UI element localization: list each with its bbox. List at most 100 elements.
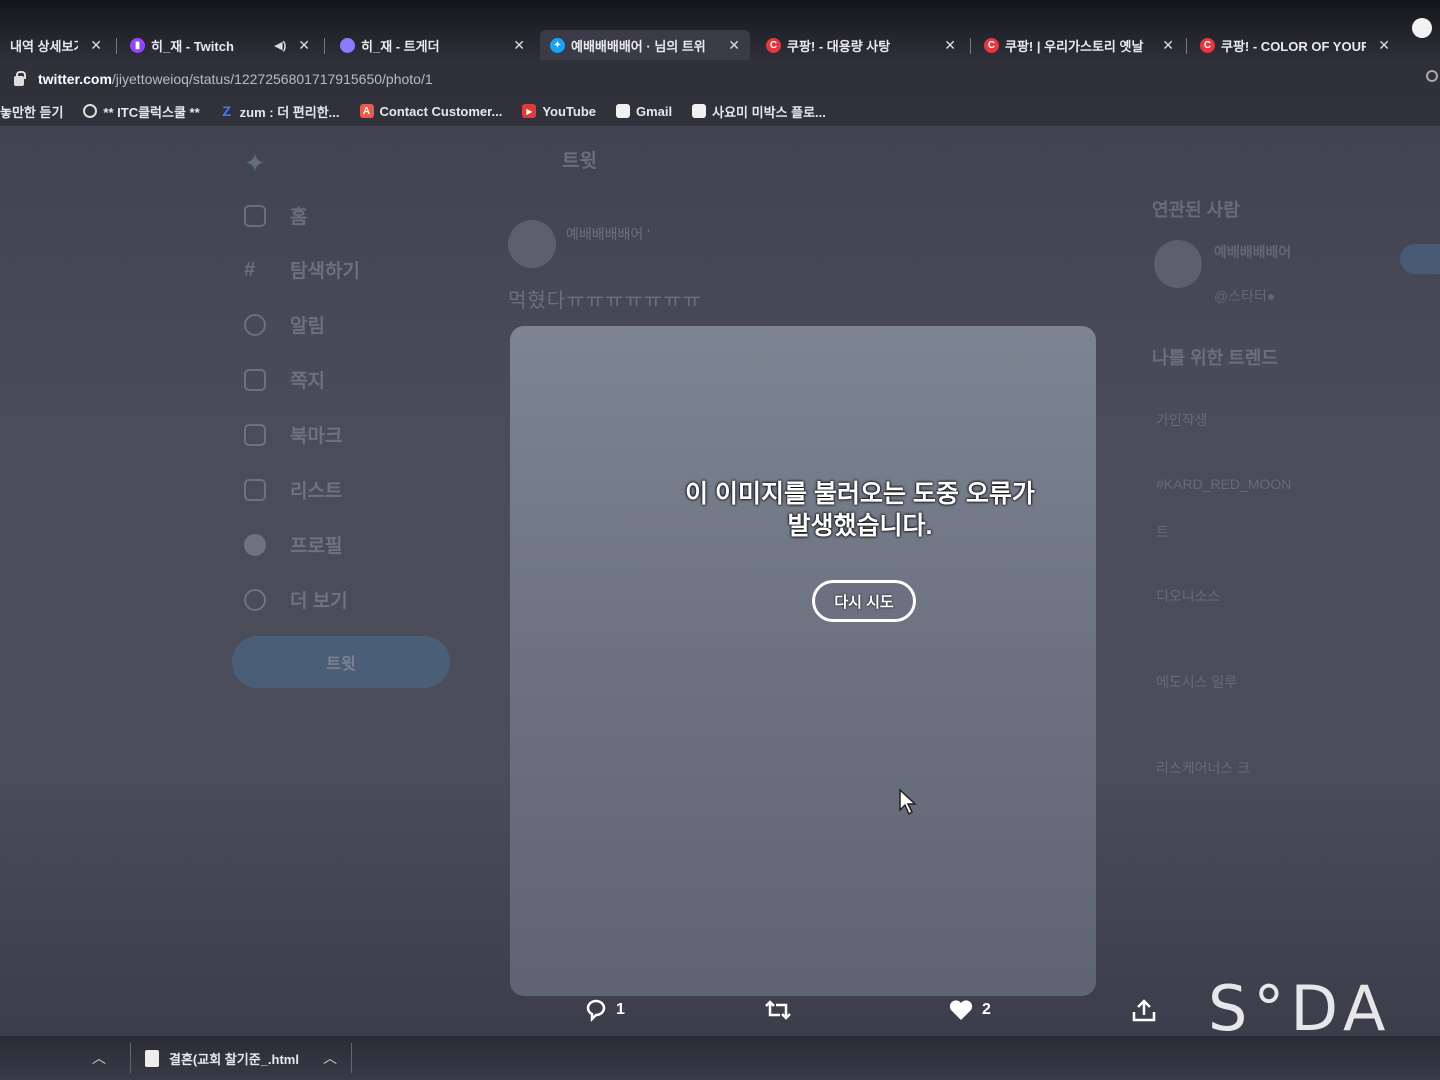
follow-button[interactable] xyxy=(1400,244,1440,274)
tab-title: 쿠팡! - 대용량 사탕 xyxy=(787,38,891,54)
twitch-icon: ▮ xyxy=(130,37,145,53)
mail-icon xyxy=(244,368,266,391)
close-icon[interactable]: ✕ xyxy=(1378,37,1390,54)
tab-strip: 내역 상세보기 | ✕ ▮ 히_재 - Twitch ◀) ✕ 히_재 - 트게… xyxy=(0,0,1440,62)
nav-notifications[interactable]: 알림 xyxy=(244,311,325,338)
tab-separator xyxy=(970,38,971,54)
image-load-error-message: 이 이미지를 불러오는 도중 오류가 발생했습니다. xyxy=(560,478,1160,542)
error-line-2: 발생했습니다. xyxy=(787,512,933,540)
tab-2[interactable]: 히_재 - 트게더 ✕ xyxy=(330,30,535,60)
page-icon xyxy=(692,104,707,118)
nav-label: 알림 xyxy=(290,316,325,337)
nav-lists[interactable]: 리스트 xyxy=(244,476,342,503)
tab-separator xyxy=(116,38,117,54)
gmail-icon xyxy=(616,104,630,118)
tab-3[interactable]: ✦ 예배배배배어 · 님의 트위 ✕ xyxy=(540,30,750,60)
bookmark-3[interactable]: A Contact Customer... xyxy=(359,103,503,119)
retry-button[interactable]: 다시 시도 xyxy=(812,580,916,622)
share-icon xyxy=(1132,999,1156,1022)
bookmark-icon xyxy=(244,423,266,446)
tab-separator xyxy=(324,38,325,54)
close-icon[interactable]: ✕ xyxy=(728,37,740,54)
bookmark-label: Contact Customer... xyxy=(379,103,503,119)
close-icon[interactable]: ✕ xyxy=(513,37,525,54)
nav-messages[interactable]: 쪽지 xyxy=(244,366,325,393)
twitter-logo-icon[interactable]: ✦ xyxy=(244,148,266,179)
tab-title: 쿠팡! - COLOR OF YOUR xyxy=(1221,38,1367,54)
address-bar[interactable]: twitter.com /jiyettoweioq/status/1227256… xyxy=(0,62,1440,96)
close-icon[interactable]: ✕ xyxy=(90,37,102,54)
shelf-divider xyxy=(130,1043,131,1073)
nav-explore[interactable]: # 탐색하기 xyxy=(244,256,360,283)
bookmark-label: YouTube xyxy=(542,103,596,119)
bookmark-label: zum : 더 편리한... xyxy=(239,104,340,120)
related-avatar[interactable] xyxy=(1154,240,1202,288)
trend-item[interactable]: 리스케어너스 크 xyxy=(1156,758,1250,778)
nav-label: 쪽지 xyxy=(290,371,325,392)
contact-icon: A xyxy=(359,104,374,118)
nav-home[interactable]: 홈 xyxy=(244,202,307,229)
tab-4[interactable]: C 쿠팡! - 대용량 사탕 ✕ xyxy=(756,30,966,60)
trend-item[interactable]: 에도시스 일루 xyxy=(1156,672,1237,692)
tab-0[interactable]: 내역 상세보기 | ✕ xyxy=(0,30,112,60)
url-path: /jiyettoweioq/status/1227256801717915650… xyxy=(111,71,433,87)
globe-icon xyxy=(83,104,98,118)
download-file-name: 결혼(교회 찰기준_.html xyxy=(169,1051,299,1067)
bookmark-5[interactable]: Gmail xyxy=(616,104,672,119)
tweet-button[interactable]: 트윗 xyxy=(232,636,450,688)
download-shelf: ︿ 결혼(교회 찰기준_.html ︿ xyxy=(0,1036,1440,1080)
photo-error-card xyxy=(510,326,1096,996)
soda-watermark: S°DA xyxy=(1208,972,1392,1045)
bookmark-0[interactable]: 놓만한 듣기 xyxy=(0,102,63,121)
nav-label: 프로필 xyxy=(290,536,343,557)
tab-5[interactable]: C 쿠팡! | 우리가스토리 옛날 ✕ xyxy=(974,30,1184,60)
bookmark-2[interactable]: Z zum : 더 편리한... xyxy=(220,102,340,121)
nav-label: 홈 xyxy=(290,207,308,228)
like-action[interactable]: 2 xyxy=(948,998,991,1022)
mouse-cursor-icon xyxy=(899,788,917,816)
hashtag-icon: # xyxy=(244,258,256,281)
tab-title: 쿠팡! | 우리가스토리 옛날 xyxy=(1005,38,1144,54)
related-name[interactable]: 예배배배배어 xyxy=(1214,242,1291,262)
youtube-icon: ▶ xyxy=(522,104,537,118)
close-icon[interactable]: ✕ xyxy=(1162,37,1174,54)
avatar[interactable] xyxy=(508,220,556,268)
nav-bookmarks[interactable]: 북마크 xyxy=(244,421,342,448)
new-tab-button[interactable] xyxy=(1412,18,1432,38)
tab-6[interactable]: C 쿠팡! - COLOR OF YOUR ✕ xyxy=(1190,30,1400,60)
tab-1[interactable]: ▮ 히_재 - Twitch ◀) ✕ xyxy=(120,30,320,60)
bookmark-label: ** ITC클럭스쿨 ** xyxy=(103,104,200,120)
bookmarks-bar: 놓만한 듣기 ** ITC클럭스쿨 ** Z zum : 더 편리한... A … xyxy=(0,96,1440,126)
close-icon[interactable]: ✕ xyxy=(944,37,956,54)
nav-label: 더 보기 xyxy=(290,591,348,612)
retweet-action[interactable] xyxy=(764,998,792,1022)
reply-action[interactable]: 1 xyxy=(584,998,625,1022)
profile-icon xyxy=(244,533,266,556)
chevron-up-icon[interactable]: ︿ xyxy=(323,1048,337,1068)
nav-more[interactable]: 더 보기 xyxy=(244,586,348,613)
tweet-author[interactable]: 예배배배배어 ' xyxy=(566,224,650,244)
trend-item[interactable]: 디오니소스 xyxy=(1156,586,1220,606)
error-line-1: 이 이미지를 불러오는 도중 오류가 xyxy=(685,480,1035,508)
trend-item[interactable]: #KARD_RED_MOON xyxy=(1156,476,1291,492)
bookmark-6[interactable]: 사요미 미박스 플로... xyxy=(692,102,826,121)
trend-item[interactable]: 가인작생 xyxy=(1156,410,1208,430)
bookmark-4[interactable]: ▶ YouTube xyxy=(522,104,596,119)
bookmark-label: 놓만한 듣기 xyxy=(0,104,64,120)
coupang-icon: C xyxy=(766,37,781,53)
extension-icon[interactable] xyxy=(1426,70,1438,82)
nav-label: 북마크 xyxy=(290,426,343,447)
download-item[interactable]: 결혼(교회 찰기준_.html xyxy=(145,1049,299,1068)
share-action[interactable] xyxy=(1130,998,1158,1024)
chevron-up-icon[interactable]: ︿ xyxy=(92,1048,106,1068)
reply-icon xyxy=(586,999,606,1022)
shelf-divider xyxy=(350,1043,352,1073)
nav-profile[interactable]: 프로필 xyxy=(244,531,342,558)
trends-title: 나를 위한 트렌드 xyxy=(1152,348,1278,368)
reply-count: 1 xyxy=(616,1001,625,1018)
speaker-icon[interactable]: ◀) xyxy=(274,39,286,52)
close-icon[interactable]: ✕ xyxy=(298,37,310,54)
bookmark-1[interactable]: ** ITC클럭스쿨 ** xyxy=(83,102,200,121)
bell-icon xyxy=(244,313,266,336)
like-count: 2 xyxy=(982,1001,991,1018)
